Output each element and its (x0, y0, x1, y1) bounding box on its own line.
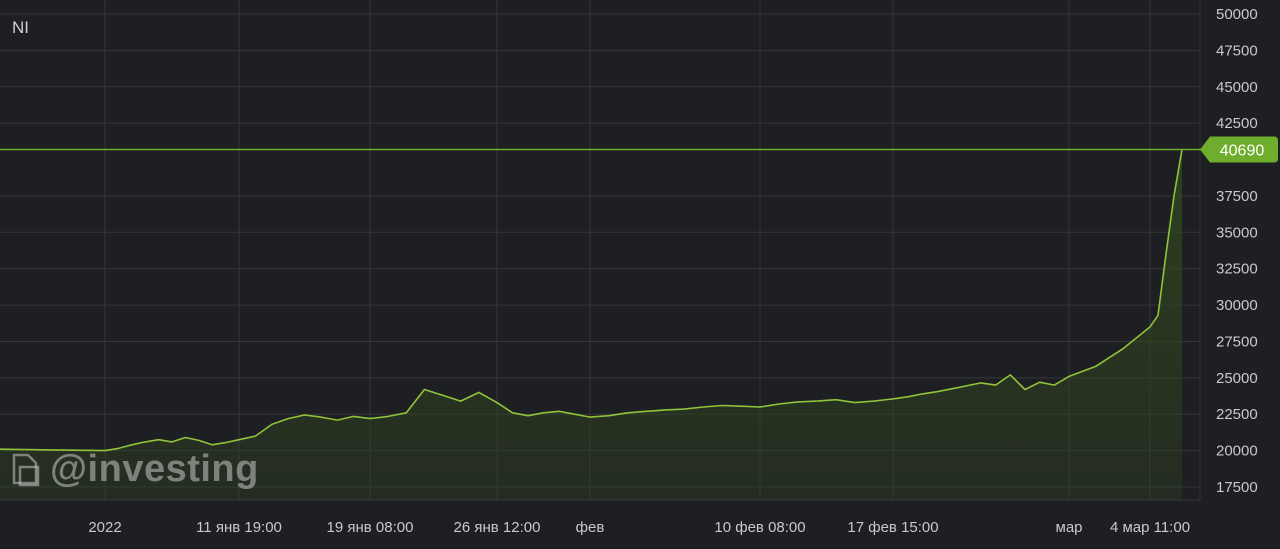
y-tick-label: 45000 (1216, 79, 1258, 96)
y-tick-label: 20000 (1216, 443, 1258, 460)
y-tick-label: 25000 (1216, 370, 1258, 387)
x-tick-label: мар (1056, 519, 1083, 536)
y-tick-label: 22500 (1216, 406, 1258, 423)
x-tick-label: 11 янв 19:00 (196, 519, 282, 536)
y-tick-label: 30000 (1216, 297, 1258, 314)
y-tick-label: 42500 (1216, 115, 1258, 132)
y-tick-label: 50000 (1216, 6, 1258, 23)
watermark-text: @investing (50, 448, 259, 490)
x-tick-label: 10 фев 08:00 (714, 519, 805, 536)
investing-logo-icon (12, 453, 40, 486)
y-tick-label: 35000 (1216, 224, 1258, 241)
x-tick-label: 19 янв 08:00 (327, 519, 414, 536)
y-tick-label: 37500 (1216, 188, 1258, 205)
y-tick-label: 27500 (1216, 333, 1258, 350)
x-tick-label: 2022 (88, 519, 121, 536)
y-tick-label: 17500 (1216, 479, 1258, 496)
symbol-label: NI (12, 18, 29, 37)
x-tick-label: 17 фев 15:00 (847, 519, 938, 536)
current-price-label: 40690 (1220, 142, 1265, 159)
x-tick-label: фев (576, 519, 605, 536)
y-tick-label: 32500 (1216, 261, 1258, 278)
y-tick-label: 47500 (1216, 42, 1258, 59)
x-tick-label: 26 янв 12:00 (454, 519, 541, 536)
x-tick-label: 4 мар 11:00 (1110, 519, 1190, 536)
watermark: @investing (10, 448, 259, 491)
chart-root: 17500 20000 22500 25000 27500 30000 32500 35000… (0, 0, 1280, 549)
